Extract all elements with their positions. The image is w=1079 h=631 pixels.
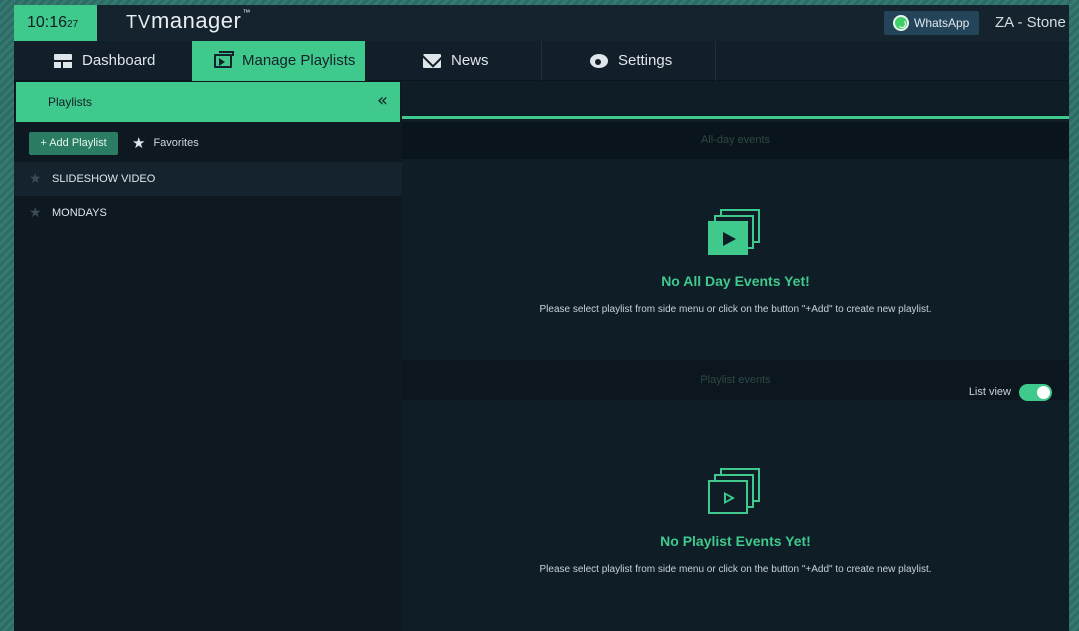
allday-empty-text: Please select playlist from side menu or… — [539, 304, 932, 315]
playlist-item[interactable]: ★ MONDAYS — [14, 196, 402, 230]
clock: 10:1627 — [14, 5, 97, 41]
media-stack-outline-icon — [708, 468, 764, 516]
whatsapp-icon — [893, 15, 909, 31]
top-bar: 10:1627 TVmanager™ WhatsApp ZA - Stone C — [14, 5, 1069, 41]
tab-manage-playlists-label: Manage Playlists — [242, 52, 356, 69]
main-nav: Dashboard Manage Playlists News Settings — [14, 41, 1069, 81]
playlist-name: MONDAYS — [52, 207, 107, 219]
clock-seconds: 27 — [67, 19, 79, 30]
dashboard-icon — [54, 54, 72, 68]
allday-section-header: All-day events — [402, 122, 1069, 159]
playlist-icon — [214, 51, 234, 68]
playlist-events-empty-text: Please select playlist from side menu or… — [539, 564, 932, 575]
add-playlist-button[interactable]: + Add Playlist — [29, 132, 118, 155]
mail-icon — [423, 54, 441, 68]
account-menu[interactable]: ZA - Stone C — [995, 5, 1069, 41]
tab-manage-playlists[interactable]: Manage Playlists — [192, 41, 365, 81]
media-stack-icon — [708, 209, 764, 257]
playlist-item[interactable]: ★ SLIDESHOW VIDEO — [14, 162, 402, 196]
playlist-events-empty-title: No Playlist Events Yet! — [660, 533, 811, 549]
app-window: 10:1627 TVmanager™ WhatsApp ZA - Stone C… — [14, 5, 1069, 631]
playlists-sidebar: Playlists « + Add Playlist ★ Favorites ★… — [14, 81, 402, 631]
playlist-events-empty-state: No Playlist Events Yet! Please select pl… — [402, 400, 1069, 631]
clock-time: 10:16 — [27, 14, 68, 31]
tab-news[interactable]: News — [365, 41, 542, 81]
playlist-events-label: Playlist events — [700, 374, 771, 386]
allday-empty-state: No All Day Events Yet! Please select pla… — [402, 159, 1069, 360]
playlist-name: SLIDESHOW VIDEO — [52, 173, 156, 185]
whatsapp-button[interactable]: WhatsApp — [884, 11, 979, 35]
tab-settings[interactable]: Settings — [542, 41, 716, 81]
brand-logo: TVmanager™ — [126, 8, 251, 34]
favorite-star-icon[interactable]: ★ — [29, 196, 42, 230]
tab-dashboard-label: Dashboard — [82, 52, 156, 69]
playlist-events-section-header: Playlist events List view — [402, 360, 1069, 401]
whatsapp-label: WhatsApp — [914, 16, 970, 30]
sidebar-header: Playlists « — [16, 82, 400, 122]
favorites-label: Favorites — [153, 137, 199, 149]
list-view-toggle[interactable] — [1019, 383, 1052, 401]
tab-dashboard[interactable]: Dashboard — [14, 41, 192, 81]
tab-news-label: News — [451, 52, 489, 69]
gear-icon — [590, 54, 608, 68]
favorite-star-icon[interactable]: ★ — [29, 162, 42, 196]
allday-empty-title: No All Day Events Yet! — [661, 273, 810, 289]
favorites-filter[interactable]: ★ Favorites — [132, 132, 199, 155]
star-icon: ★ — [132, 134, 146, 152]
tab-settings-label: Settings — [618, 52, 673, 69]
sidebar-title: Playlists — [48, 95, 93, 109]
collapse-icon[interactable]: « — [377, 82, 388, 120]
brand-tv: TV — [126, 12, 152, 32]
brand-trademark: ™ — [242, 8, 251, 17]
brand-name: manager — [151, 8, 242, 33]
events-panel: All-day events No All Day Events Yet! Pl… — [402, 81, 1069, 631]
panel-header — [402, 81, 1069, 119]
